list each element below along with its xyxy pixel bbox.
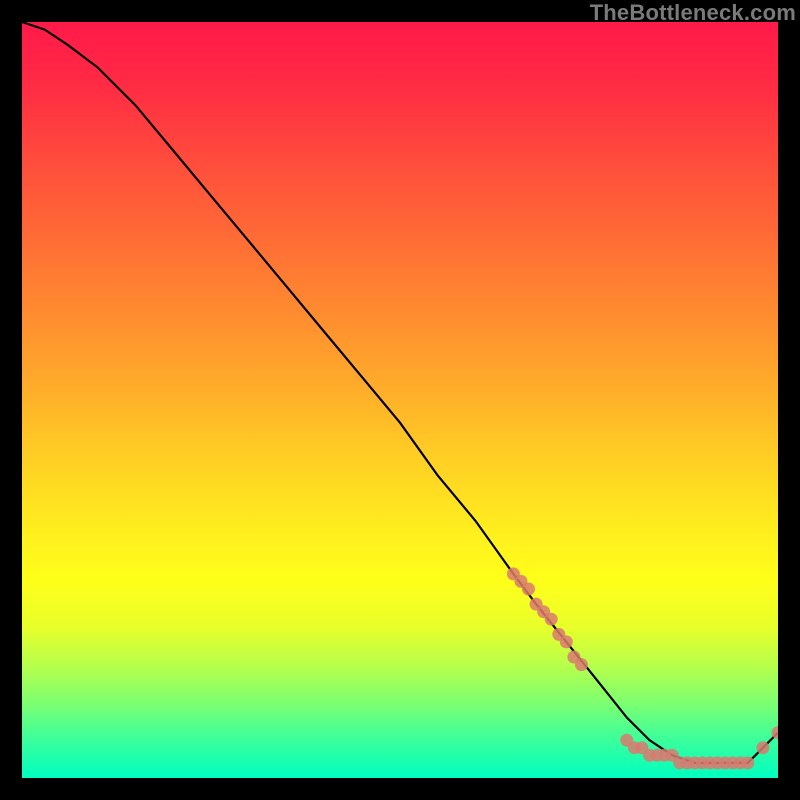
marker-point [522,583,535,596]
bottleneck-curve [22,22,778,778]
marker-point [575,658,588,671]
plot-area [22,22,778,778]
marker-point [741,756,754,769]
chart-stage: TheBottleneck.com [0,0,800,800]
marker-point [756,741,769,754]
marker-point [545,613,558,626]
marker-point [560,635,573,648]
